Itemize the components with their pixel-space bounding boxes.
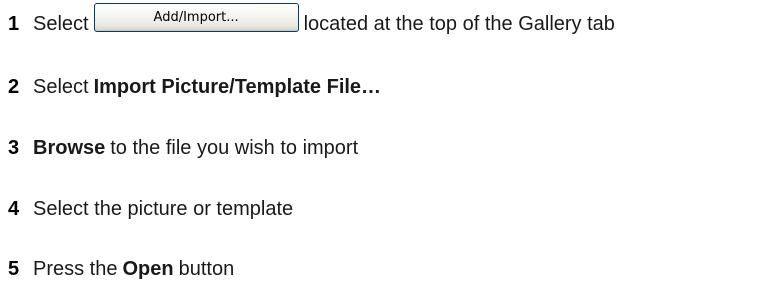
step-2: 2 Select Import Picture/Template File… xyxy=(0,72,381,102)
step-emphasis: Open xyxy=(122,258,174,280)
add-import-button[interactable]: Add/Import... xyxy=(93,2,299,32)
step-text: Press the xyxy=(33,258,118,280)
step-text: button xyxy=(178,258,235,280)
step-text: Select xyxy=(33,13,89,35)
step-number: 3 xyxy=(8,137,20,159)
step-4: 4 Select the picture or template xyxy=(0,194,293,224)
step-number: 2 xyxy=(8,76,20,98)
step-1: 1 Select Add/Import... located at the to… xyxy=(0,2,615,39)
step-5: 5 Press the Open button xyxy=(0,254,234,284)
step-number: 5 xyxy=(8,258,20,280)
step-3: 3 Browse to the file you wish to import xyxy=(0,133,358,163)
step-text: Select the picture or template xyxy=(33,198,294,220)
step-number: 1 xyxy=(8,13,20,35)
step-emphasis: Import Picture/Template File… xyxy=(93,76,382,98)
instruction-steps: 1 Select Add/Import... located at the to… xyxy=(0,0,760,295)
step-number: 4 xyxy=(8,198,20,220)
step-emphasis: Browse xyxy=(33,137,106,159)
step-text: to the file you wish to import xyxy=(110,137,359,159)
step-text: located at the top of the Gallery tab xyxy=(303,13,615,35)
step-text: Select xyxy=(33,76,89,98)
